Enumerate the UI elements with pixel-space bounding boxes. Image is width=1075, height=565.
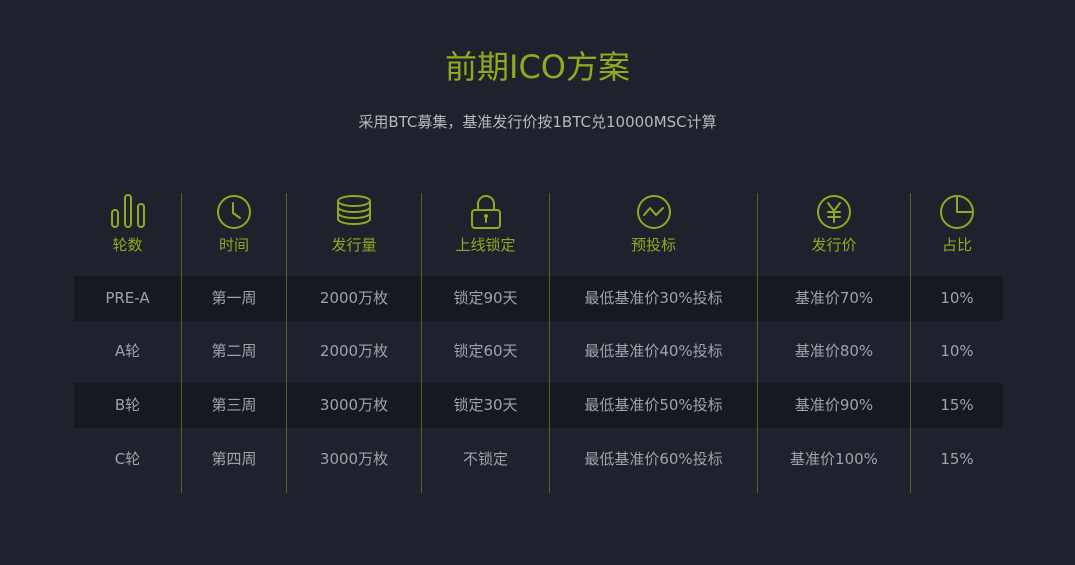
table-cell: 第一周 <box>211 289 257 307</box>
table-cell: 第二周 <box>211 342 257 360</box>
page-title: 前期ICO方案 <box>445 48 630 86</box>
table-cell: 基准价80% <box>794 342 874 360</box>
coin-stack-icon <box>337 195 371 225</box>
table-cell: 最低基准价30%投标 <box>584 289 723 307</box>
table-cell: 第三周 <box>211 396 257 414</box>
table-cell: 10% <box>940 342 974 360</box>
table-cell: 15% <box>940 396 974 414</box>
table-cell: 3000万枚 <box>319 450 389 468</box>
table-cell: 基准价70% <box>794 289 874 307</box>
table-cell: 最低基准价50%投标 <box>584 396 723 414</box>
pie-chart-icon <box>940 195 974 229</box>
bar-chart-icon <box>110 194 145 228</box>
header-label: 占比 <box>941 236 972 254</box>
header-label: 上线锁定 <box>455 236 516 254</box>
header-supply: 发行量 <box>287 193 421 268</box>
table-cell: B轮 <box>114 396 141 414</box>
page-subtitle: 采用BTC募集，基准发行价按1BTC兑10000MSC计算 <box>358 113 717 131</box>
table-cell: 15% <box>940 450 974 468</box>
table-cell: 2000万枚 <box>319 342 389 360</box>
header-time: 时间 <box>182 193 286 268</box>
header-label: 发行价 <box>811 236 857 254</box>
ico-plan-table: 轮数 时间 发行量 上线锁定 预投标 发行价 占比 PRE-A 第一周 2000… <box>74 193 1003 493</box>
table-cell: 锁定30天 <box>453 396 518 414</box>
header-bidding: 预投标 <box>550 193 757 268</box>
table-cell: 基准价90% <box>794 396 874 414</box>
header-label: 时间 <box>218 236 249 254</box>
header-price: 发行价 <box>758 193 910 268</box>
table-cell: 最低基准价60%投标 <box>584 450 723 468</box>
table-cell: C轮 <box>114 450 141 468</box>
clock-icon <box>217 195 251 229</box>
header-round: 轮数 <box>74 193 181 268</box>
trend-chart-icon <box>636 195 671 229</box>
table-cell: 锁定90天 <box>453 289 518 307</box>
header-label: 轮数 <box>112 236 143 254</box>
table-cell: 最低基准价40%投标 <box>584 342 723 360</box>
table-cell: 基准价100% <box>790 450 878 468</box>
header-label: 预投标 <box>630 236 676 254</box>
table-cell: 第四周 <box>211 450 257 468</box>
header-label: 发行量 <box>331 236 377 254</box>
table-cell: 3000万枚 <box>319 396 389 414</box>
table-cell: 锁定60天 <box>453 342 518 360</box>
table-cell: PRE-A <box>105 289 150 307</box>
table-cell: 不锁定 <box>462 450 508 468</box>
yen-icon <box>817 195 851 229</box>
table-cell: A轮 <box>114 342 141 360</box>
lock-icon <box>470 195 501 229</box>
header-share: 占比 <box>911 193 1003 268</box>
table-cell: 2000万枚 <box>319 289 389 307</box>
header-lockup: 上线锁定 <box>422 193 549 268</box>
table-cell: 10% <box>940 289 974 307</box>
